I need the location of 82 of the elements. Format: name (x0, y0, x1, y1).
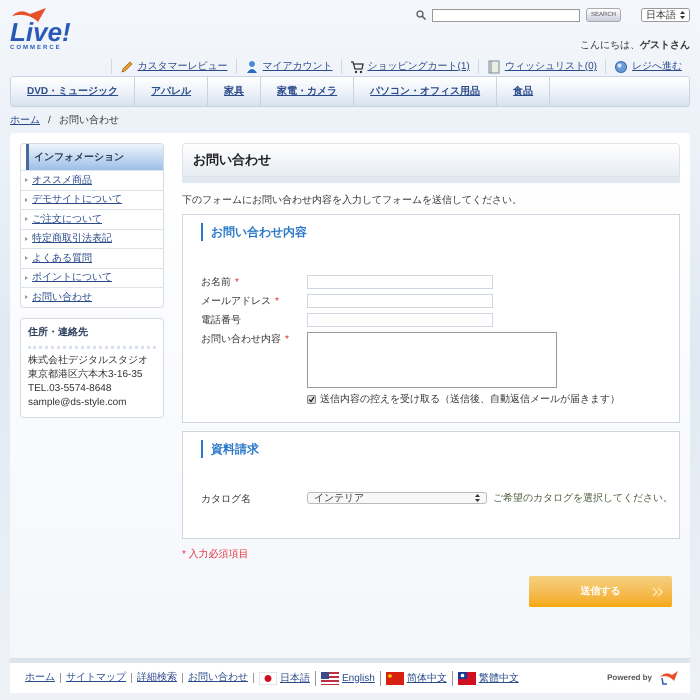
contact-line: 株式会社デジタルスタジオ (28, 354, 149, 366)
required-note: * 入力必須項目 (182, 548, 250, 562)
double-chevron-icon (652, 586, 664, 596)
bullet-icon (25, 236, 28, 241)
bullet-icon (25, 276, 28, 280)
updown-arrows-icon (680, 11, 685, 19)
footer-link[interactable]: ホーム (20, 673, 61, 683)
greeting-text: こんにちは、ゲストさん (580, 39, 690, 53)
section-heading: お問い合わせ内容 (201, 223, 661, 241)
contact-line: 東京都港区六本木3-16-35 (28, 368, 144, 380)
language-link[interactable]: 简体中文 (406, 670, 447, 686)
account-link[interactable]: マイアカウント (262, 59, 333, 74)
search-field[interactable] (432, 8, 580, 22)
category-tab[interactable]: 食品 (497, 77, 550, 106)
language-select[interactable]: 日本語 (641, 8, 690, 22)
category-tab[interactable]: 家具 (208, 77, 262, 106)
bullet-icon (25, 256, 28, 260)
cart-icon (350, 60, 364, 74)
text-field[interactable] (307, 275, 493, 289)
globe-icon (614, 60, 628, 74)
sidebar-link[interactable]: ご注文について (32, 212, 102, 227)
contact-line: sample@ds-style.com (28, 396, 128, 408)
sidebar-link[interactable]: オススメ商品 (32, 172, 92, 188)
section-heading: 資料請求 (201, 440, 661, 458)
required-mark: * (275, 295, 279, 309)
taiwan-flag-icon (458, 672, 476, 684)
bullet-icon (25, 178, 28, 182)
field-label: メールアドレス (201, 295, 271, 309)
footer-link[interactable]: お問い合わせ (183, 673, 254, 683)
china-flag-icon (386, 672, 404, 684)
text-field[interactable] (307, 313, 493, 327)
required-mark: * (235, 276, 239, 290)
sidebar-link[interactable]: よくある質問 (32, 250, 92, 266)
field-label: お問い合わせ内容 (201, 332, 281, 347)
checkbox-label: 送信内容の控えを受け取る（送信後、自動返信メールが届きます） (320, 392, 620, 407)
pencil-icon (120, 60, 134, 74)
logo[interactable]: Live! (10, 20, 71, 44)
checkbox[interactable] (307, 395, 316, 404)
account-link[interactable]: カスタマーレビュー (138, 59, 228, 74)
notebook-icon (486, 60, 501, 74)
sidebar-link[interactable]: ポイントについて (32, 270, 112, 286)
page-title: お問い合わせ (182, 143, 680, 177)
footer-link[interactable]: 詳細検索 (132, 673, 183, 683)
footer-link[interactable]: サイトマップ (61, 673, 132, 683)
bullet-icon (25, 198, 28, 202)
field-label: お名前 (201, 276, 231, 290)
category-tab[interactable]: DVD・ミュージック (11, 77, 136, 106)
category-tab[interactable]: アパレル (135, 77, 208, 106)
language-link[interactable]: 日本語 (280, 670, 310, 686)
info-menu-title: インフォメーション (26, 144, 163, 170)
breadcrumb-link[interactable]: ホーム (10, 112, 40, 128)
sidebar-link[interactable]: 特定商取引法表記 (32, 231, 112, 246)
field-label: カタログ名 (201, 493, 252, 507)
search-icon (416, 10, 426, 20)
account-link[interactable]: ショッピングカート(1) (368, 59, 470, 74)
text-field[interactable] (307, 294, 493, 308)
field-label: 電話番号 (201, 314, 241, 328)
sidebar-link[interactable]: お問い合わせ (32, 290, 92, 305)
language-link[interactable]: 繁體中文 (478, 670, 519, 686)
required-mark: * (285, 333, 289, 347)
check-icon (308, 396, 315, 403)
japan-flag-icon (259, 672, 277, 684)
sidebar-link[interactable]: デモサイトについて (32, 192, 122, 208)
breadcrumb-current: お問い合わせ (58, 114, 119, 128)
language-link[interactable]: English (342, 670, 375, 686)
contact-line: TEL.03-5574-8648 (28, 382, 112, 394)
category-tab[interactable]: 家電・カメラ (261, 77, 354, 106)
contact-card-title: 住所・連絡先 (28, 318, 156, 348)
account-link[interactable]: レジへ進む (632, 59, 682, 74)
bullet-icon (25, 295, 28, 300)
powered-by-text: Powered by (607, 672, 652, 684)
updown-arrows-icon (475, 494, 480, 502)
category-tab[interactable]: パソコン・オフィス用品 (354, 77, 498, 106)
intro-text: 下のフォームにお問い合わせ内容を入力してフォームを送信してください。 (182, 194, 523, 208)
person-icon (244, 60, 259, 74)
catalog-select[interactable]: インテリア (307, 492, 487, 504)
breadcrumb-separator: / (48, 114, 51, 128)
us-flag-icon (321, 672, 339, 684)
message-field[interactable] (307, 332, 557, 388)
bullet-icon (25, 217, 28, 222)
account-link[interactable]: ウィッシュリスト(0) (504, 59, 597, 74)
catalog-hint: ご希望のカタログを選択してください。 (493, 492, 673, 506)
